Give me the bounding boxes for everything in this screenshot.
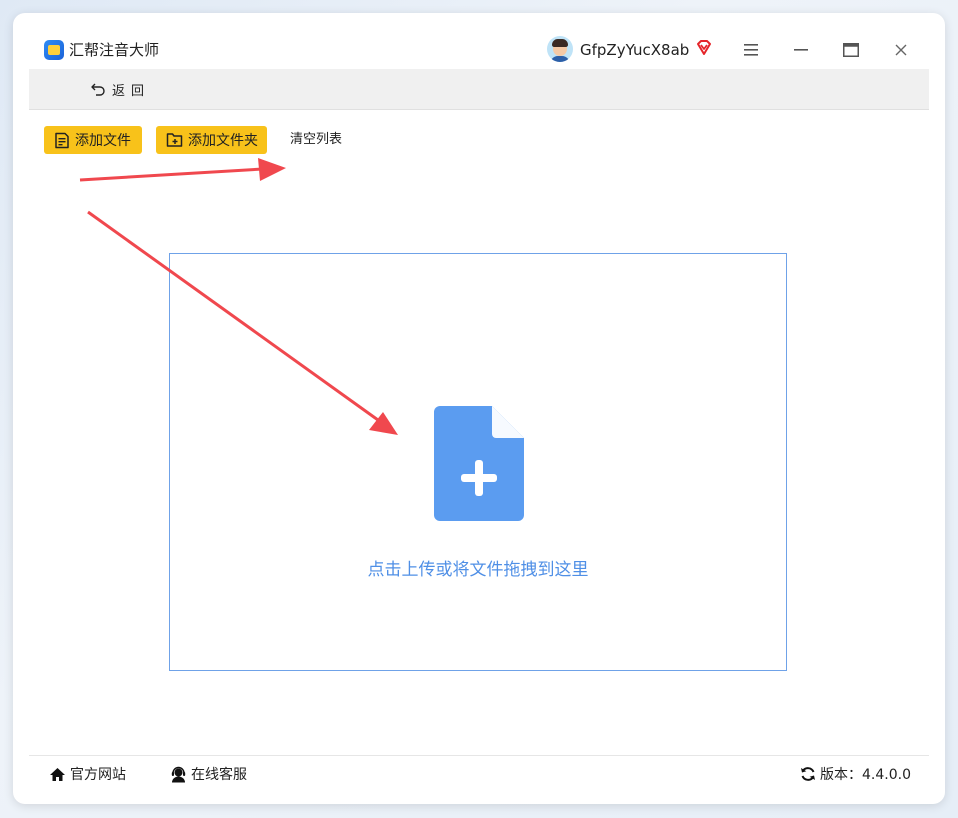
back-arrow-icon	[91, 83, 105, 96]
navigation-bar: 返回	[29, 69, 929, 110]
online-support-link[interactable]: 在线客服	[170, 764, 247, 784]
add-file-button[interactable]: 添加文件	[44, 126, 142, 154]
online-support-label: 在线客服	[191, 767, 247, 783]
back-label: 返回	[112, 83, 151, 99]
official-website-label: 官方网站	[70, 767, 126, 783]
add-folder-label: 添加文件夹	[188, 133, 258, 149]
support-agent-icon	[171, 766, 186, 782]
menu-icon	[744, 44, 758, 56]
refresh-icon	[801, 767, 815, 781]
folder-add-icon	[166, 133, 183, 147]
file-drop-zone[interactable]: 点击上传或将文件拖拽到这里	[169, 253, 787, 671]
app-logo-icon	[44, 40, 64, 60]
drop-zone-hint: 点击上传或将文件拖拽到这里	[367, 560, 589, 580]
back-button[interactable]: 返回	[91, 79, 150, 99]
username[interactable]: GfpZyYucX8ab	[580, 40, 689, 60]
file-add-icon	[434, 406, 524, 521]
add-folder-button[interactable]: 添加文件夹	[156, 126, 267, 154]
close-icon	[895, 44, 907, 56]
version-check[interactable]: 版本：4.4.0.0	[800, 764, 911, 784]
home-icon	[50, 767, 65, 781]
version-label: 版本：4.4.0.0	[820, 767, 911, 783]
add-file-label: 添加文件	[75, 133, 131, 149]
close-button[interactable]	[888, 37, 914, 63]
arrow-to-clear-list	[79, 158, 286, 182]
minimize-button[interactable]	[788, 37, 814, 63]
minimize-icon	[794, 49, 808, 51]
file-list-icon	[55, 132, 69, 148]
maximize-button[interactable]	[838, 37, 864, 63]
status-footer: 官方网站 在线客服 版本：4.4.0.0	[29, 755, 929, 792]
user-avatar[interactable]	[547, 36, 573, 62]
maximize-icon	[843, 43, 859, 57]
app-title: 汇帮注音大师	[69, 41, 160, 59]
menu-button[interactable]	[738, 37, 764, 63]
vip-diamond-icon[interactable]	[695, 39, 713, 57]
app-window: 汇帮注音大师 GfpZyYucX8ab 返回 添加文件 添加文件夹 清空列表 点…	[13, 13, 945, 804]
clear-list-button[interactable]: 清空列表	[290, 131, 342, 149]
title-bar: 汇帮注音大师 GfpZyYucX8ab	[13, 13, 945, 69]
official-website-link[interactable]: 官方网站	[49, 764, 126, 784]
